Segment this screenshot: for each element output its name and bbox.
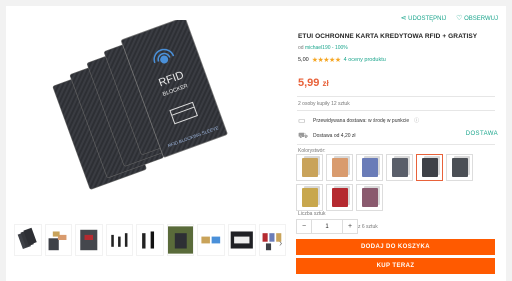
color-swatch[interactable] — [356, 184, 383, 211]
product-title: ETUI OCHRONNE KARTA KREDYTOWA RFID + GRA… — [298, 33, 478, 40]
swatch-image — [451, 158, 468, 177]
share-button[interactable]: ⋖ UDOSTĘPNIJ — [401, 14, 447, 22]
share-icon: ⋖ — [400, 15, 407, 22]
chevron-right-icon[interactable]: › — [279, 238, 282, 249]
reviews-link[interactable]: 4 oceny produktu — [344, 57, 386, 63]
color-swatch[interactable] — [416, 154, 443, 181]
color-swatch[interactable] — [356, 154, 383, 181]
thumbnail[interactable] — [44, 224, 73, 256]
swatch-image — [331, 158, 348, 177]
add-to-cart-button[interactable]: DODAJ DO KOSZYKA — [296, 239, 495, 255]
quantity-label: Liczba sztuk — [298, 211, 326, 217]
buyers-count: 2 osoby kupiły 12 sztuk — [298, 101, 350, 107]
swatch-image — [301, 158, 318, 177]
thumbnail[interactable] — [136, 224, 164, 256]
swatch-image — [331, 188, 348, 207]
divider — [297, 110, 495, 111]
color-swatches — [296, 154, 496, 211]
color-swatch[interactable] — [326, 154, 353, 181]
stars-icon: ★★★★★ — [311, 57, 341, 64]
decrease-button[interactable]: − — [296, 219, 312, 234]
thumbnail[interactable] — [197, 224, 225, 256]
rating: 5,00 ★★★★★ 4 oceny produktu — [298, 57, 386, 64]
swatch-image — [361, 188, 378, 207]
watch-button[interactable]: ♡ OBSERWUJ — [456, 14, 498, 22]
heart-icon: ♡ — [456, 15, 463, 22]
color-swatch[interactable] — [296, 184, 323, 211]
seller-link[interactable]: michael190 - 100% — [305, 45, 348, 51]
buy-now-button[interactable]: KUP TERAZ — [296, 258, 495, 274]
thumbnail-strip — [14, 224, 287, 260]
thumbnail[interactable] — [105, 224, 134, 256]
main-product-image[interactable]: RFID BLOCKER RFID BLOCKING SLEEVE — [20, 17, 280, 220]
share-row: ⋖ UDOSTĘPNIJ ♡ OBSERWUJ — [401, 14, 498, 22]
seller-line: od michael190 - 100% — [298, 45, 348, 51]
color-swatch[interactable] — [386, 154, 413, 181]
info-icon[interactable]: ⓘ — [414, 117, 419, 124]
quantity-stepper: − 1 + — [296, 219, 358, 234]
quantity-available: z 6 sztuk — [358, 224, 378, 230]
color-swatch[interactable] — [296, 154, 323, 181]
thumbnail[interactable] — [166, 224, 195, 256]
color-swatch[interactable] — [326, 184, 353, 211]
delivery-cost: ⛟ Dostawa od 4,20 zł — [298, 131, 356, 140]
package-icon: ▭ — [298, 116, 306, 125]
swatch-image — [391, 158, 408, 177]
swatch-image — [301, 188, 318, 207]
color-swatch[interactable] — [446, 154, 473, 181]
increase-button[interactable]: + — [342, 219, 358, 234]
thumbnail[interactable] — [75, 224, 103, 256]
divider — [297, 96, 495, 97]
divider — [297, 144, 495, 145]
swatch-image — [421, 158, 438, 177]
price: 5,99 zł — [298, 77, 329, 89]
shipping-estimate: ▭ Przewidywana dostawa: w środę w punkci… — [298, 116, 420, 125]
truck-icon: ⛟ — [298, 131, 309, 140]
quantity-input[interactable]: 1 — [312, 219, 342, 234]
swatch-image — [361, 158, 378, 177]
thumbnail[interactable] — [14, 224, 42, 256]
delivery-link[interactable]: DOSTAWA — [466, 131, 498, 137]
thumbnail[interactable] — [227, 224, 256, 256]
